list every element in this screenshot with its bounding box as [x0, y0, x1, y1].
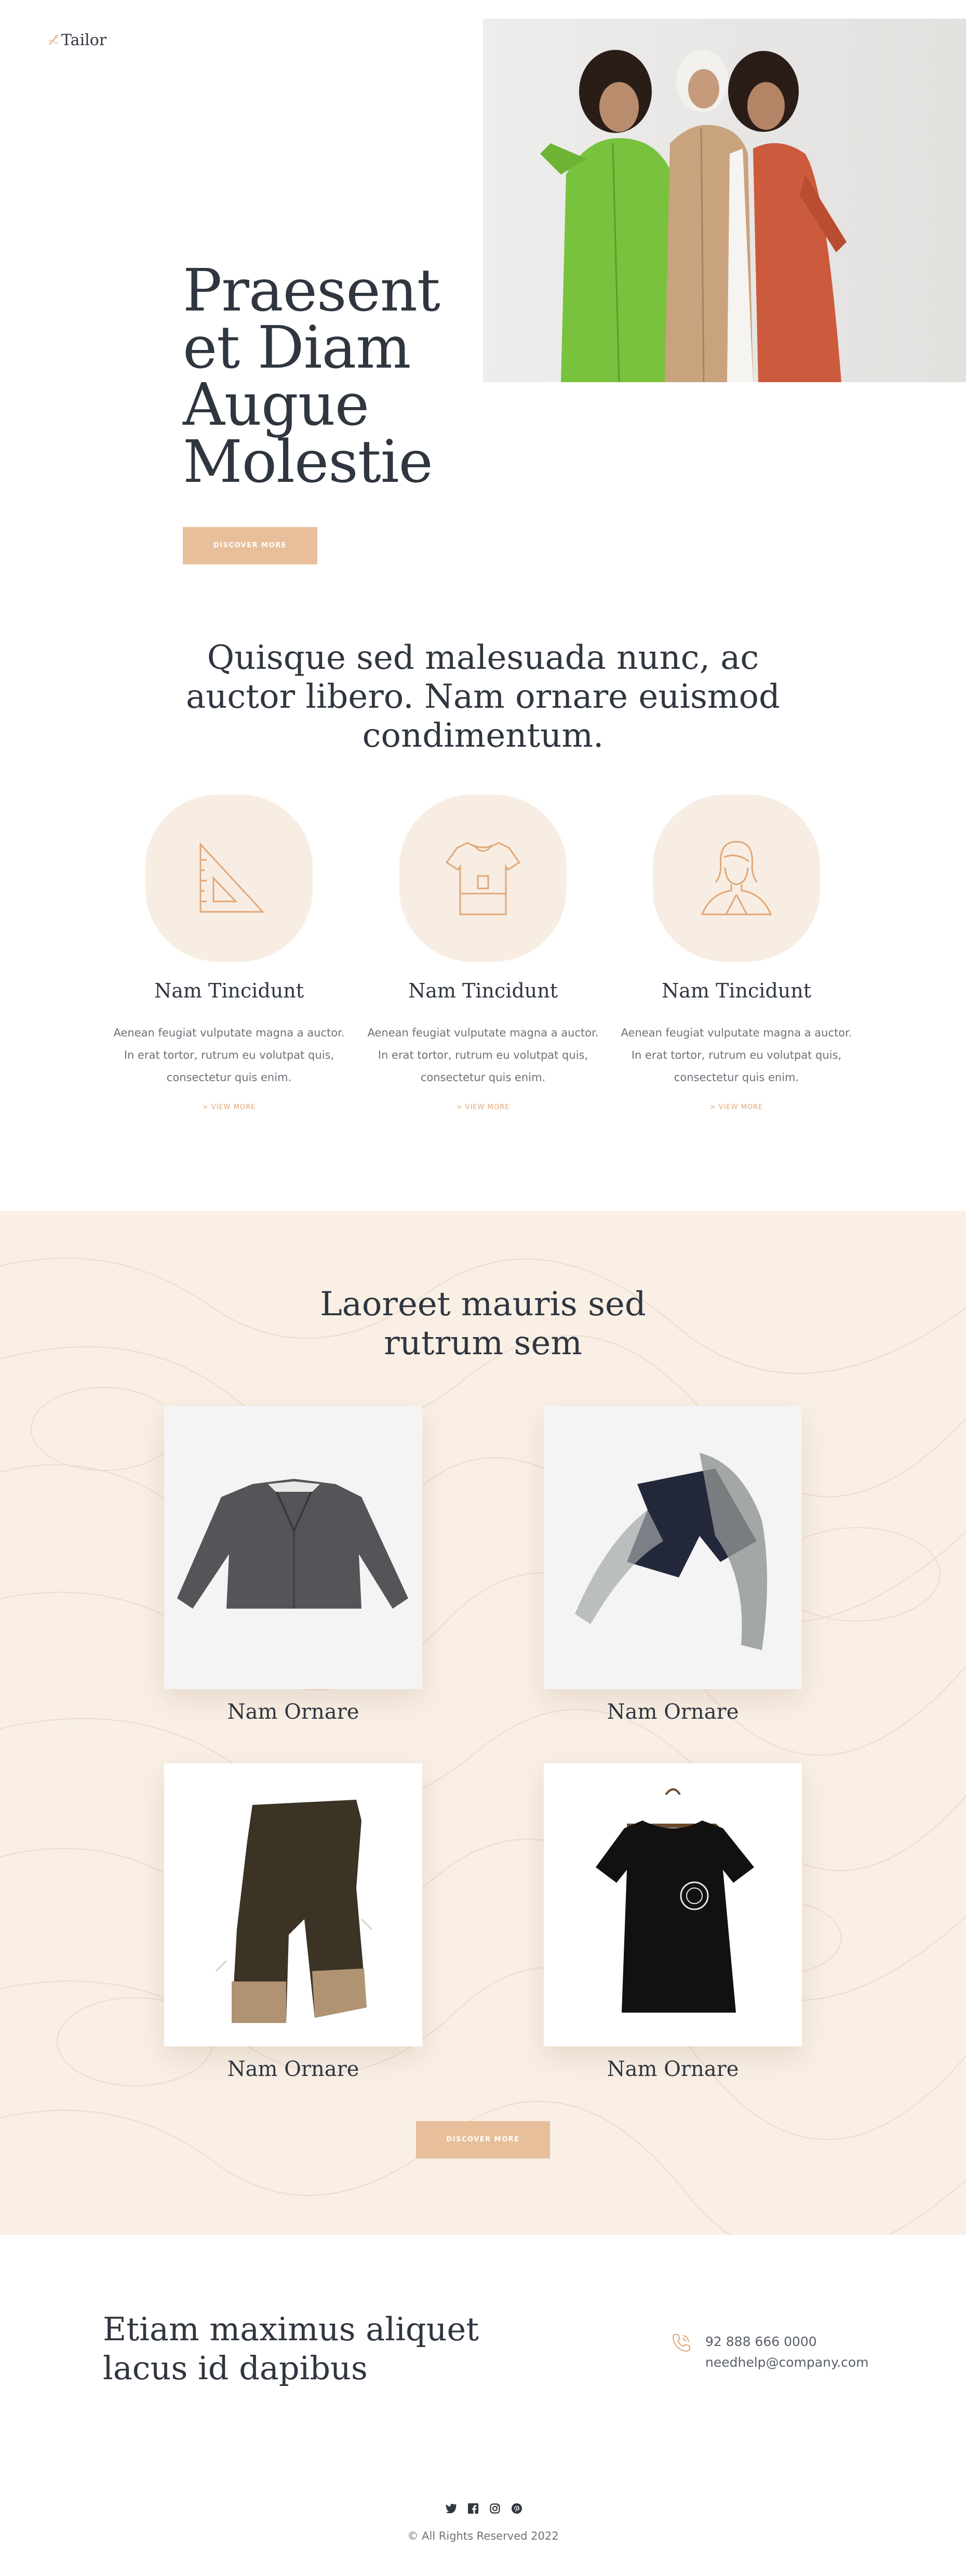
feature-icon-badge — [653, 794, 820, 962]
feature-icon-badge — [145, 794, 313, 962]
email-address[interactable]: needhelp@company.com — [705, 2352, 869, 2373]
pinterest-icon[interactable] — [511, 2503, 522, 2514]
discover-more-button[interactable]: DISCOVER MORE — [183, 527, 317, 564]
navy-shorts-image — [575, 1453, 767, 1650]
social-links — [446, 2503, 522, 2514]
collection-section — [0, 1211, 966, 2235]
collection-title: Laoreet mauris sed rutrum sem — [320, 1285, 646, 1363]
black-tshirt-image — [596, 1788, 754, 2013]
mannequin-icon — [701, 841, 772, 915]
contact-details: 92 888 666 0000 needhelp@company.com — [705, 2331, 869, 2373]
product-label: Nam Ornare — [227, 2057, 359, 2081]
topographic-pattern — [0, 1257, 966, 2235]
feature-card: Nam Tincidunt Aenean feugiat vulputate m… — [110, 794, 348, 1111]
feature-description: Aenean feugiat vulputate magna a auctor.… — [367, 1027, 599, 1084]
feature-card: Nam Tincidunt Aenean feugiat vulputate m… — [364, 794, 602, 1111]
product-card[interactable] — [164, 1406, 422, 1689]
feature-description: Aenean feugiat vulputate magna a auctor.… — [113, 1027, 345, 1084]
hero-title: Praesent et Diam Augue Molestie — [183, 257, 440, 496]
logo-text: Tailor — [61, 31, 107, 49]
product-card[interactable] — [164, 1763, 422, 2046]
product-card[interactable] — [544, 1406, 802, 1689]
brown-trousers-image — [215, 1800, 373, 2023]
facebook-icon[interactable] — [467, 2503, 479, 2514]
contact-title: Etiam maximus aliquet lacus id dapibus — [103, 2310, 479, 2387]
feature-card: Nam Tincidunt Aenean feugiat vulputate m… — [617, 794, 856, 1111]
hero-photo — [483, 19, 966, 382]
view-more-link[interactable]: > VIEW MORE — [617, 1103, 856, 1111]
product-label: Nam Ornare — [607, 2057, 739, 2081]
copyright-text: © All Rights Reserved 2022 — [407, 2530, 559, 2542]
phone-icon — [670, 2331, 693, 2357]
phone-number[interactable]: 92 888 666 0000 — [705, 2331, 869, 2352]
product-label: Nam Ornare — [607, 1700, 739, 1724]
view-more-link[interactable]: > VIEW MORE — [110, 1103, 348, 1111]
grey-jacket-image — [177, 1479, 408, 1609]
shirt-icon — [445, 842, 521, 915]
set-square-icon — [199, 842, 265, 913]
view-more-link[interactable]: > VIEW MORE — [364, 1103, 602, 1111]
feature-title: Nam Tincidunt — [408, 979, 558, 1002]
feature-title: Nam Tincidunt — [662, 979, 811, 1002]
instagram-icon[interactable] — [489, 2503, 501, 2514]
feature-title: Nam Tincidunt — [154, 979, 304, 1002]
product-card[interactable] — [544, 1763, 802, 2046]
discover-more-button[interactable]: DISCOVER MORE — [416, 2121, 550, 2159]
three-women-in-coats-photo — [483, 19, 966, 382]
feature-icon-badge — [399, 794, 567, 962]
needle-logo-icon — [48, 35, 59, 45]
features-title: Quisque sed malesuada nunc, ac auctor li… — [186, 639, 780, 755]
logo[interactable]: Tailor — [48, 31, 106, 49]
feature-description: Aenean feugiat vulputate magna a auctor.… — [621, 1027, 852, 1084]
twitter-icon[interactable] — [446, 2503, 457, 2514]
product-label: Nam Ornare — [227, 1700, 359, 1724]
